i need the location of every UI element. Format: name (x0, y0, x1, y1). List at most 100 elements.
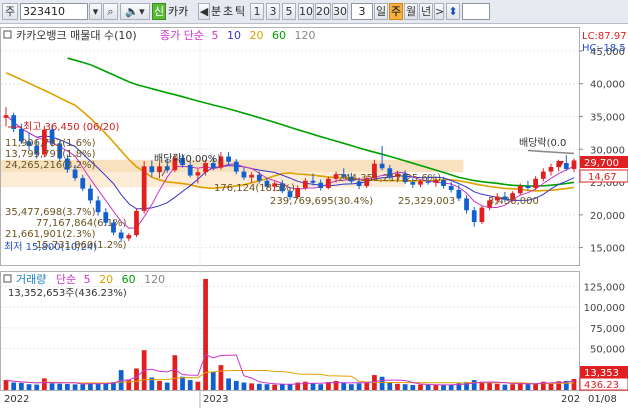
volume-bar[interactable] (502, 384, 508, 390)
volume-bar[interactable] (425, 385, 431, 390)
volume-bar[interactable] (272, 384, 278, 390)
candle-body[interactable] (149, 166, 155, 173)
period-prev-button[interactable]: ◀ (198, 3, 210, 20)
search-button[interactable]: ⌕ (103, 3, 118, 20)
volume-bar[interactable] (218, 365, 224, 390)
volume-bar[interactable] (157, 380, 162, 390)
interval-3-button[interactable]: 3 (266, 3, 280, 20)
volume-bar[interactable] (41, 378, 47, 390)
candle-body[interactable] (134, 210, 139, 236)
candle-body[interactable] (80, 178, 86, 189)
candle-body[interactable] (157, 166, 162, 173)
candle-body[interactable] (456, 189, 462, 199)
volume-bar[interactable] (187, 380, 193, 390)
sound-button[interactable]: 🔈▾ (120, 3, 150, 20)
volume-bar[interactable] (72, 384, 78, 390)
candle-body[interactable] (310, 180, 316, 183)
candle-body[interactable] (517, 185, 523, 194)
volume-bar[interactable] (525, 384, 531, 390)
volume-bar[interactable] (341, 382, 347, 390)
stock-code-input[interactable]: 323410 (20, 3, 88, 20)
interval-5-button[interactable]: 5 (282, 3, 296, 20)
volume-bar[interactable] (57, 383, 63, 390)
volume-bar[interactable] (356, 383, 362, 390)
day-tab[interactable]: 일 (374, 3, 388, 20)
candle-body[interactable] (233, 161, 239, 172)
volume-bar[interactable] (103, 383, 109, 390)
candle-body[interactable] (563, 163, 569, 169)
volume-bar[interactable] (433, 384, 439, 390)
candle-body[interactable] (141, 166, 147, 211)
volume-bar[interactable] (310, 383, 316, 390)
candle-body[interactable] (241, 171, 247, 178)
candle-body[interactable] (379, 163, 385, 169)
volume-bar[interactable] (26, 384, 32, 390)
candle-body[interactable] (318, 182, 324, 188)
tick-tab[interactable]: 틱 (235, 3, 245, 20)
volume-bar[interactable] (395, 383, 400, 390)
volume-bar[interactable] (65, 384, 70, 390)
volume-bar[interactable] (264, 384, 270, 390)
candle-body[interactable] (464, 198, 469, 211)
candle-body[interactable] (540, 171, 546, 179)
candle-body[interactable] (226, 156, 231, 162)
next-button[interactable]: > (434, 3, 444, 20)
candle-body[interactable] (256, 174, 262, 181)
interval-30-button[interactable]: 30 (332, 3, 348, 20)
candle-body[interactable] (195, 172, 201, 176)
volume-bar[interactable] (318, 384, 324, 390)
volume-bar[interactable] (34, 384, 40, 390)
candle-body[interactable] (533, 178, 539, 188)
volume-bar[interactable] (379, 376, 385, 390)
volume-bar[interactable] (233, 380, 239, 390)
candle-body[interactable] (118, 232, 124, 239)
code-dropdown-button[interactable]: ▾ (89, 3, 102, 20)
volume-bar[interactable] (164, 382, 170, 390)
volume-bar[interactable] (226, 378, 231, 390)
volume-bar[interactable] (256, 383, 262, 390)
volume-bar[interactable] (533, 383, 539, 390)
candle-body[interactable] (441, 180, 446, 186)
count-select[interactable]: 3 (351, 3, 373, 20)
volume-bar[interactable] (349, 384, 354, 390)
candle-body[interactable] (3, 115, 9, 118)
candle-body[interactable] (88, 188, 93, 201)
volume-bar[interactable] (494, 383, 500, 390)
volume-bar[interactable] (402, 384, 408, 390)
credit-badge[interactable]: 신 (152, 3, 166, 20)
candle-body[interactable] (187, 165, 193, 176)
volume-bar[interactable] (510, 384, 515, 390)
volume-bar[interactable] (448, 384, 454, 390)
volume-bar[interactable] (180, 376, 185, 390)
volume-bar[interactable] (241, 382, 247, 390)
volume-bar[interactable] (279, 384, 285, 390)
interval-1-button[interactable]: 1 (250, 3, 264, 20)
candle-body[interactable] (302, 180, 308, 188)
volume-bar[interactable] (3, 380, 9, 390)
volume-bar[interactable] (287, 384, 293, 390)
volume-bar[interactable] (471, 380, 477, 390)
month-tab[interactable]: 월 (404, 3, 418, 20)
week-tab[interactable]: 주 (389, 3, 403, 20)
date-input[interactable] (462, 3, 490, 20)
chart-area[interactable]: 45,00040,00035,00030,00025,00020,00015,0… (0, 24, 628, 408)
volume-bar[interactable] (172, 355, 178, 390)
volume-bar[interactable] (249, 383, 255, 390)
year-tab[interactable]: 년 (419, 3, 433, 20)
volume-bar[interactable] (11, 382, 17, 390)
candle-body[interactable] (448, 185, 454, 190)
volume-bar[interactable] (487, 382, 492, 390)
volume-bar[interactable] (80, 384, 86, 390)
interval-20-button[interactable]: 20 (315, 3, 331, 20)
volume-bar[interactable] (410, 385, 416, 390)
market-select[interactable]: 주 (2, 3, 18, 20)
candle-body[interactable] (548, 166, 554, 172)
candle-body[interactable] (126, 235, 132, 239)
candle-body[interactable] (471, 210, 477, 223)
updown-button[interactable]: ⬍ (446, 3, 460, 20)
second-tab[interactable]: 초 (223, 3, 233, 20)
candle-body[interactable] (525, 185, 531, 188)
candle-body[interactable] (249, 174, 255, 178)
candle-body[interactable] (571, 160, 577, 169)
volume-bar[interactable] (387, 382, 393, 390)
